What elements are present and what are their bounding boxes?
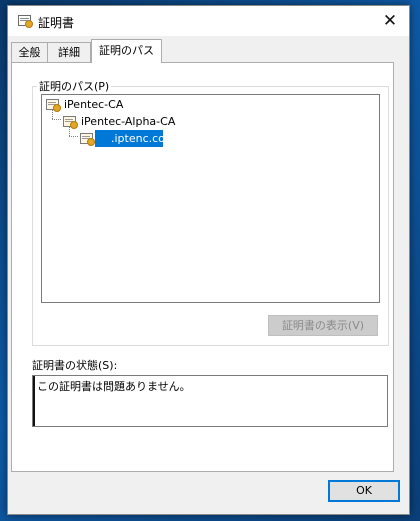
close-icon[interactable]: ✕ [381, 12, 399, 30]
certificate-icon [63, 116, 78, 129]
tree-connector [69, 136, 78, 137]
tree-node-label: iPentec-CA [64, 98, 124, 111]
window-title: 証明書 [38, 16, 75, 30]
tab-cert-path[interactable]: 証明のパス [91, 39, 162, 63]
cert-status-field[interactable]: この証明書は問題ありません。 [32, 375, 388, 427]
certificate-icon [46, 99, 61, 112]
ok-button[interactable]: OK [328, 480, 400, 502]
view-certificate-button[interactable]: 証明書の表示(V) [268, 315, 378, 336]
certificate-title-icon [18, 15, 33, 28]
cert-path-tree[interactable]: iPentec-CA iPentec-Alpha-CA .iptenc.com [41, 94, 380, 303]
tree-connector [52, 109, 53, 119]
tab-details[interactable]: 詳細 [47, 42, 91, 62]
cert-status-label: 証明書の状態(S): [32, 359, 118, 372]
tree-connector [52, 119, 61, 120]
tree-connector [69, 126, 70, 136]
title-bar[interactable]: 証明書 ✕ [8, 6, 409, 36]
tab-general[interactable]: 全般 [11, 42, 48, 62]
certificate-icon [80, 133, 95, 146]
tree-node-label-selected: .iptenc.com [95, 130, 176, 147]
tree-node-label: iPentec-Alpha-CA [81, 115, 176, 128]
cert-path-label: 証明のパス(P) [37, 78, 112, 94]
cert-status-text: この証明書は問題ありません。 [37, 380, 191, 393]
